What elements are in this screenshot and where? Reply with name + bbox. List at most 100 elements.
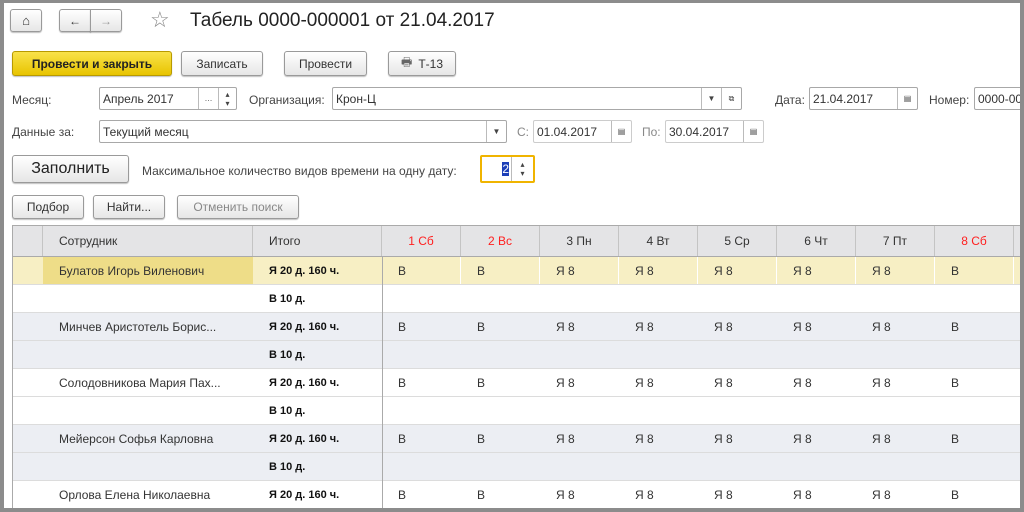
day-cell[interactable]: Я 8 xyxy=(698,425,777,452)
ellipsis-button[interactable]: … xyxy=(198,88,218,109)
chevron-down-icon[interactable]: ▼ xyxy=(486,121,506,142)
day-cell[interactable]: В xyxy=(935,481,1014,508)
day-cell[interactable]: Я 8 xyxy=(540,425,619,452)
day-cell[interactable]: Я 8 xyxy=(698,481,777,508)
back-button[interactable]: ← xyxy=(59,9,91,32)
table-row[interactable]: Орлова Елена Николаевна Я 20 д. 160 ч. В В Я… xyxy=(13,481,1020,508)
day-cell[interactable]: Я 8 xyxy=(619,313,698,340)
day-cell[interactable]: Я 8 xyxy=(698,313,777,340)
from-date-field[interactable]: 01.04.2017 ▤ xyxy=(533,120,632,143)
to-date-field[interactable]: 30.04.2017 ▤ xyxy=(665,120,764,143)
header-day[interactable]: 6 Чт xyxy=(777,226,856,256)
header-day[interactable]: 2 Вс xyxy=(461,226,540,256)
total-worked[interactable]: Я 20 д. 160 ч. xyxy=(253,313,382,340)
total-worked[interactable]: Я 20 д. 160 ч. xyxy=(253,425,382,452)
table-row[interactable]: В 10 д. xyxy=(13,453,1020,481)
calendar-icon[interactable]: ▤ xyxy=(611,121,631,142)
day-cell[interactable]: В xyxy=(382,481,461,508)
total-days-off[interactable]: В 10 д. xyxy=(253,397,382,424)
total-worked[interactable]: Я 20 д. 160 ч. xyxy=(253,257,382,284)
save-button[interactable]: Записать xyxy=(181,51,263,76)
table-row[interactable]: Минчев Аристотель Борис... Я 20 д. 160 ч.… xyxy=(13,313,1020,341)
calendar-icon[interactable]: ▤ xyxy=(897,88,917,109)
day-cell[interactable]: Я 8 xyxy=(619,425,698,452)
day-cell[interactable]: Я 8 xyxy=(540,313,619,340)
employee-name[interactable]: Мейерсон Софья Карловна xyxy=(43,425,253,452)
header-day[interactable]: 7 Пт xyxy=(856,226,935,256)
header-day[interactable]: 1 Сб xyxy=(382,226,461,256)
number-field[interactable]: 0000-00 xyxy=(974,87,1020,110)
day-cell[interactable]: Я 8 xyxy=(856,257,935,284)
org-field[interactable]: Крон-Ц ▼ ⧉ xyxy=(332,87,742,110)
total-worked[interactable]: Я 20 д. 160 ч. xyxy=(253,369,382,396)
employee-name[interactable]: Орлова Елена Николаевна xyxy=(43,481,253,508)
day-cell[interactable]: Я 8 xyxy=(698,257,777,284)
data-for-select[interactable]: Текущий месяц ▼ xyxy=(99,120,507,143)
timesheet-table[interactable]: Сотрудник Итого 1 Сб 2 Вс 3 Пн 4 Вт 5 Ср 6 Чт 7 … xyxy=(12,225,1020,508)
day-cell[interactable]: Я 8 xyxy=(777,369,856,396)
day-cell[interactable]: В xyxy=(461,425,540,452)
fill-button[interactable]: Заполнить xyxy=(12,155,129,183)
post-button[interactable]: Провести xyxy=(284,51,367,76)
table-row[interactable]: В 10 д. xyxy=(13,285,1020,313)
day-cell[interactable]: В xyxy=(382,313,461,340)
header-day[interactable]: 8 Сб xyxy=(935,226,1014,256)
employee-name[interactable]: Булатов Игорь Виленович xyxy=(43,257,253,284)
day-cell[interactable]: Я 8 xyxy=(540,257,619,284)
day-cell[interactable]: В xyxy=(461,313,540,340)
header-total[interactable]: Итого xyxy=(253,226,382,256)
table-row[interactable]: Мейерсон Софья Карловна Я 20 д. 160 ч. В В Я… xyxy=(13,425,1020,453)
day-cell[interactable]: В xyxy=(382,369,461,396)
day-cell[interactable]: В xyxy=(935,369,1014,396)
cancel-search-button[interactable]: Отменить поиск xyxy=(177,195,299,219)
print-t13-button[interactable]: 🖶 Т-13 xyxy=(388,51,456,76)
day-cell[interactable]: В xyxy=(935,257,1014,284)
day-cell[interactable]: В xyxy=(461,369,540,396)
day-cell[interactable]: Я 8 xyxy=(777,313,856,340)
open-icon[interactable]: ⧉ xyxy=(721,88,741,109)
find-button[interactable]: Найти... xyxy=(93,195,165,219)
day-cell[interactable]: В xyxy=(935,425,1014,452)
employee-name[interactable]: Солодовникова Мария Пах... xyxy=(43,369,253,396)
day-cell[interactable]: В xyxy=(382,425,461,452)
table-row[interactable]: Солодовникова Мария Пах... Я 20 д. 160 ч.… xyxy=(13,369,1020,397)
day-cell[interactable]: Я 8 xyxy=(540,481,619,508)
select-button[interactable]: Подбор xyxy=(12,195,84,219)
total-worked[interactable]: Я 20 д. 160 ч. xyxy=(253,481,382,508)
day-cell[interactable]: Я 8 xyxy=(698,369,777,396)
table-row[interactable]: В 10 д. xyxy=(13,397,1020,425)
calendar-icon[interactable]: ▤ xyxy=(743,121,763,142)
favorite-star-icon[interactable]: ☆ xyxy=(150,7,170,33)
max-types-field[interactable]: 2 ▴ ▾ xyxy=(480,155,535,183)
header-employee[interactable]: Сотрудник xyxy=(43,226,253,256)
max-types-spinner[interactable]: ▴ ▾ xyxy=(511,157,533,181)
month-spinner[interactable]: ▴ ▾ xyxy=(218,88,236,109)
day-cell[interactable]: Я 8 xyxy=(856,481,935,508)
home-button[interactable]: ⌂ xyxy=(10,9,42,32)
header-day[interactable]: 4 Вт xyxy=(619,226,698,256)
header-day[interactable]: 3 Пн xyxy=(540,226,619,256)
day-cell[interactable]: В xyxy=(461,481,540,508)
day-cell[interactable]: Я 8 xyxy=(619,257,698,284)
day-cell[interactable]: В xyxy=(382,257,461,284)
day-cell[interactable]: Я 8 xyxy=(856,313,935,340)
day-cell[interactable]: Я 8 xyxy=(856,425,935,452)
employee-name[interactable]: Минчев Аристотель Борис... xyxy=(43,313,253,340)
table-row[interactable]: Булатов Игорь Виленович Я 20 д. 160 ч. В В Я… xyxy=(13,257,1020,285)
total-days-off[interactable]: В 10 д. xyxy=(253,285,382,312)
date-field[interactable]: 21.04.2017 ▤ xyxy=(809,87,918,110)
day-cell[interactable]: Я 8 xyxy=(777,481,856,508)
forward-button[interactable]: → xyxy=(90,9,122,32)
day-cell[interactable]: Я 8 xyxy=(619,481,698,508)
day-cell[interactable]: В xyxy=(461,257,540,284)
day-cell[interactable]: В xyxy=(935,313,1014,340)
day-cell[interactable]: Я 8 xyxy=(619,369,698,396)
table-row[interactable]: В 10 д. xyxy=(13,341,1020,369)
day-cell[interactable]: Я 8 xyxy=(856,369,935,396)
total-days-off[interactable]: В 10 д. xyxy=(253,341,382,368)
total-days-off[interactable]: В 10 д. xyxy=(253,453,382,480)
day-cell[interactable]: Я 8 xyxy=(777,425,856,452)
day-cell[interactable]: Я 8 xyxy=(777,257,856,284)
header-day[interactable]: 5 Ср xyxy=(698,226,777,256)
day-cell[interactable]: Я 8 xyxy=(540,369,619,396)
